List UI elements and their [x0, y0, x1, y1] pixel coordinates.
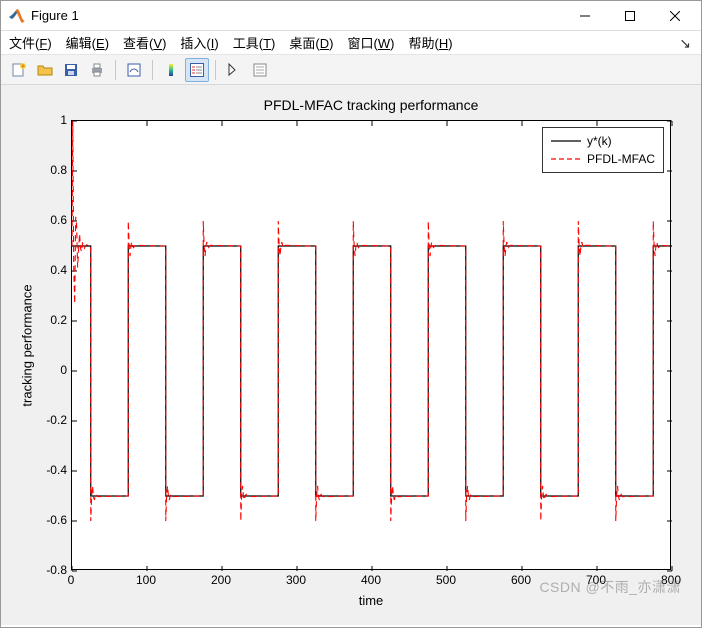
y-tick-label: 0	[27, 363, 67, 377]
y-tick-label: -0.6	[27, 513, 67, 527]
menu-file[interactable]: 文件(F)	[9, 33, 52, 52]
y-tick-label: -0.8	[27, 563, 67, 577]
print-button[interactable]	[85, 58, 109, 82]
x-tick-label: 100	[136, 573, 156, 587]
open-property-inspector-button[interactable]	[248, 58, 272, 82]
legend-entry[interactable]: PFDL-MFAC	[551, 150, 655, 168]
window-title: Figure 1	[31, 8, 79, 23]
x-tick-label: 300	[286, 573, 306, 587]
menu-window[interactable]: 窗口(W)	[347, 33, 394, 52]
y-tick-label: 0.2	[27, 313, 67, 327]
maximize-button[interactable]	[607, 2, 652, 30]
menu-bar: 文件(F) 编辑(E) 查看(V) 插入(I) 工具(T) 桌面(D) 窗口(W…	[1, 31, 701, 55]
legend-label: PFDL-MFAC	[587, 152, 655, 166]
open-button[interactable]	[33, 58, 57, 82]
link-axes-button[interactable]	[122, 58, 146, 82]
save-button[interactable]	[59, 58, 83, 82]
legend-entry[interactable]: y*(k)	[551, 132, 655, 150]
insert-legend-button[interactable]	[185, 58, 209, 82]
legend[interactable]: y*(k) PFDL-MFAC	[542, 127, 664, 173]
y-tick-label: 0.4	[27, 263, 67, 277]
toolbar	[1, 55, 701, 85]
close-button[interactable]	[652, 2, 697, 30]
window-titlebar: Figure 1	[1, 1, 701, 31]
x-tick-label: 800	[661, 573, 681, 587]
x-tick-label: 600	[511, 573, 531, 587]
x-tick-label: 0	[68, 573, 75, 587]
dock-arrow-icon[interactable]: ↘	[679, 35, 691, 52]
menu-insert[interactable]: 插入(I)	[180, 33, 218, 52]
y-tick-label: 0.8	[27, 163, 67, 177]
toolbar-separator	[115, 60, 116, 80]
y-tick-label: 0.6	[27, 213, 67, 227]
y-tick-label: -0.2	[27, 413, 67, 427]
y-tick-label: 1	[27, 113, 67, 127]
matlab-logo-icon	[9, 8, 25, 24]
menu-desktop[interactable]: 桌面(D)	[289, 33, 333, 52]
axes[interactable]: y*(k) PFDL-MFAC	[71, 120, 671, 570]
menu-view[interactable]: 查看(V)	[123, 33, 166, 52]
x-tick-label: 500	[436, 573, 456, 587]
x-axis-label: time	[71, 593, 671, 608]
y-axis-label: tracking performance	[17, 120, 37, 570]
menu-tools[interactable]: 工具(T)	[233, 33, 276, 52]
new-figure-button[interactable]	[7, 58, 31, 82]
insert-colorbar-button[interactable]	[159, 58, 183, 82]
menu-help[interactable]: 帮助(H)	[408, 33, 452, 52]
toolbar-separator	[215, 60, 216, 80]
figure-canvas[interactable]: PFDL-MFAC tracking performance tracking …	[1, 85, 701, 625]
y-tick-label: -0.4	[27, 463, 67, 477]
x-tick-label: 400	[361, 573, 381, 587]
menu-edit[interactable]: 编辑(E)	[66, 33, 109, 52]
minimize-button[interactable]	[562, 2, 607, 30]
x-tick-label: 200	[211, 573, 231, 587]
legend-label: y*(k)	[587, 134, 612, 148]
chart-svg	[72, 121, 672, 571]
chart-title: PFDL-MFAC tracking performance	[71, 97, 671, 113]
edit-plot-button[interactable]	[222, 58, 246, 82]
toolbar-separator	[152, 60, 153, 80]
x-tick-label: 700	[586, 573, 606, 587]
